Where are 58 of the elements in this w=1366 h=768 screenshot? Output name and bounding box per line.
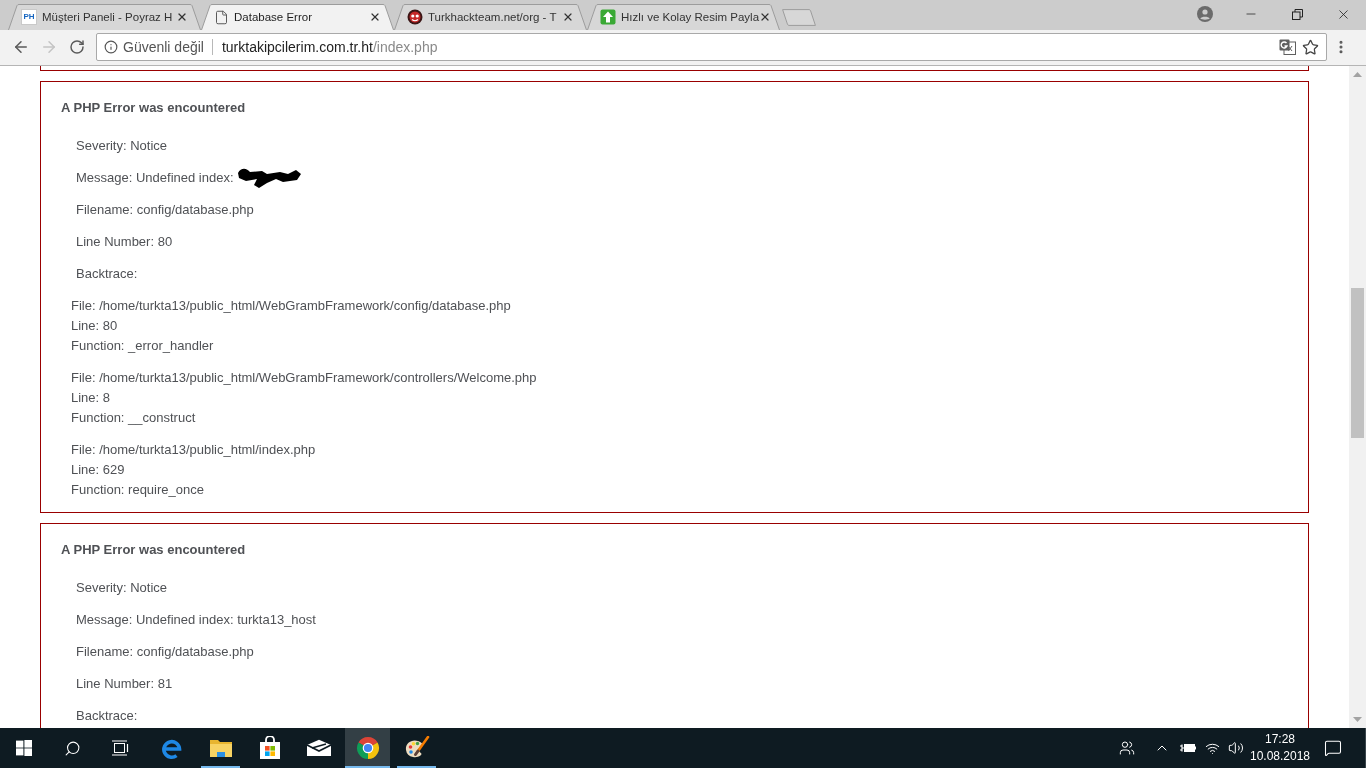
backtrace-file: File: /home/turkta13/public_html/WebGrambFramework/controllers/Welcome.php [71, 369, 537, 387]
notifications-icon[interactable] [1324, 739, 1342, 757]
error-detail: Filename: config/database.php [76, 201, 254, 219]
site-logo: PH [21, 9, 37, 25]
browser-tab[interactable]: Database Error [201, 4, 394, 30]
folder-icon[interactable] [208, 737, 233, 759]
restore-icon[interactable] [1291, 8, 1303, 20]
bookmark-star-icon[interactable] [1302, 38, 1319, 56]
error-detail: Line Number: 81 [76, 675, 173, 693]
browser-tab[interactable]: Hızlı ve Kolay Resim Payla [587, 4, 780, 30]
people-icon[interactable] [1119, 740, 1135, 756]
error-detail: Filename: config/database.php [76, 643, 254, 661]
wifi-icon[interactable] [1204, 740, 1220, 756]
task-view-icon[interactable] [111, 740, 129, 756]
backtrace-file: File: /home/turkta13/public_html/index.php [71, 441, 316, 459]
security-label[interactable]: Güvenli değil [123, 36, 204, 58]
error-detail: Backtrace: [76, 265, 138, 283]
error-detail: Message: Undefined index: turkta13_host [76, 611, 316, 629]
close-tab-icon[interactable] [562, 11, 574, 23]
browser-tab[interactable]: PH Müşteri Paneli - Poyraz H [8, 4, 201, 30]
volume-icon[interactable] [1228, 740, 1244, 756]
backtrace-file: File: /home/turkta13/public_html/WebGrambFramework/config/database.php [71, 297, 511, 315]
reload-icon[interactable] [69, 39, 85, 55]
backtrace-line-number: Line: 629 [71, 461, 125, 479]
error-detail: Severity: Notice [76, 137, 168, 155]
round-emblem-icon [407, 9, 423, 25]
error-detail: Message: Undefined index: [76, 169, 234, 187]
scrollbar-thumb[interactable] [1351, 288, 1364, 438]
clock-date[interactable]: 10.08.2018 [1249, 748, 1311, 765]
clock-time[interactable]: 17:28 [1265, 731, 1295, 748]
backtrace-function: Function: require_once [71, 481, 204, 499]
back-icon[interactable] [12, 38, 30, 56]
windows-logo-icon[interactable] [16, 740, 32, 756]
error-detail: Severity: Notice [76, 579, 168, 597]
error-heading: A PHP Error was encountered [61, 99, 247, 117]
envelope-icon[interactable] [305, 739, 332, 757]
document-icon [214, 9, 229, 25]
battery-plug-icon[interactable] [1178, 743, 1196, 753]
backtrace-line-number: Line: 80 [71, 317, 118, 335]
error-detail: Line Number: 80 [76, 233, 173, 251]
backtrace-function: Function: _error_handler [71, 337, 214, 355]
browser-tab[interactable]: Turkhackteam.net/org - T [394, 4, 587, 30]
translate-icon[interactable] [1279, 39, 1296, 55]
profile-icon[interactable] [1197, 6, 1213, 22]
paint-palette-icon[interactable] [403, 736, 430, 760]
close-tab-icon[interactable] [369, 11, 381, 23]
error-heading: A PHP Error was encountered [61, 541, 247, 559]
error-detail: Backtrace: [76, 707, 138, 725]
backtrace-function: Function: __construct [71, 409, 196, 427]
scrollbar[interactable] [1349, 66, 1366, 728]
backtrace-line-number: Line: 8 [71, 389, 111, 407]
close-tab-icon[interactable] [176, 11, 188, 23]
search-icon[interactable] [63, 739, 81, 757]
shopping-bag-icon[interactable] [258, 736, 281, 760]
info-icon[interactable] [104, 40, 118, 54]
chrome-logo-icon[interactable] [355, 736, 380, 760]
url-text[interactable]: turktakipcilerim.com.tr.ht/index.php [221, 36, 438, 58]
address-bar[interactable]: Güvenli değil turktakipcilerim.com.tr.ht/index.php [96, 33, 1327, 61]
